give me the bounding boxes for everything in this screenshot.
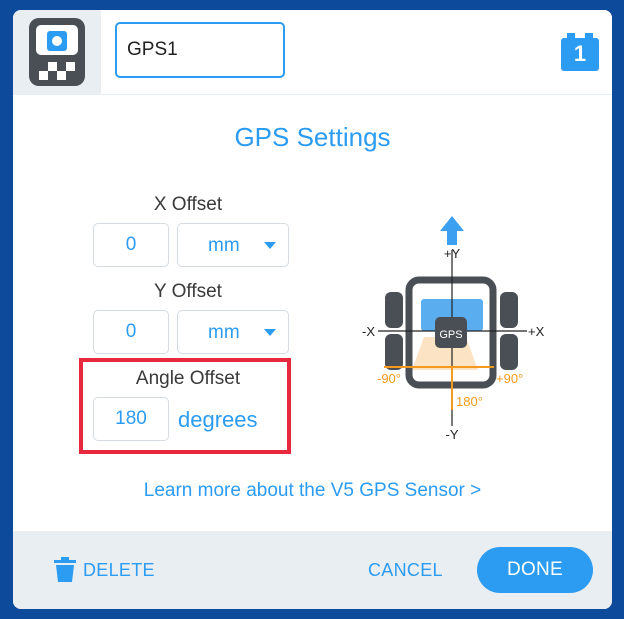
y-offset-label: Y Offset (154, 281, 222, 302)
delete-label: DELETE (83, 560, 155, 580)
angle-offset-input[interactable] (93, 397, 169, 441)
y-offset-input[interactable] (93, 310, 169, 354)
gps-settings-dialog: 1 GPS Settings X Offset mm Y Offset mm A… (13, 10, 612, 609)
dialog-footer: DELETE CANCEL DONE (13, 531, 612, 609)
device-icon-tile (13, 10, 101, 94)
angle-offset-label: Angle Offset (135, 368, 241, 389)
wheel-front-right (500, 292, 518, 328)
cancel-button[interactable]: CANCEL (368, 560, 443, 581)
angle-offset-unit: degrees (178, 407, 258, 432)
angle-label-pos-90: +90° (496, 371, 523, 386)
axis-label-plus-y: +Y (444, 246, 461, 261)
arrow-up-icon (440, 216, 464, 245)
y-offset-unit-select[interactable]: mm (177, 310, 289, 354)
wheel-rear-left (385, 334, 403, 370)
learn-more-link[interactable]: Learn more about the V5 GPS Sensor > (13, 480, 612, 502)
chevron-down-icon (264, 329, 276, 336)
page-title: GPS Settings (234, 122, 391, 152)
x-offset-input[interactable] (93, 223, 169, 267)
wheel-front-left (385, 292, 403, 328)
device-name-input[interactable] (115, 22, 285, 78)
gps-sensor-icon (29, 18, 85, 86)
wheel-rear-right (500, 334, 518, 370)
port-badge: 1 (561, 33, 599, 71)
dialog-header: 1 (13, 10, 612, 95)
trash-icon (54, 557, 76, 582)
gps-orientation-diagram: GPS +Y -Y -X +X -90° +90° 180° (362, 216, 544, 440)
y-offset-unit-value: mm (208, 322, 240, 343)
axis-label-minus-x: -X (362, 324, 375, 339)
x-offset-label: X Offset (153, 194, 223, 215)
angle-label-180: 180° (456, 394, 483, 409)
axis-label-minus-y: -Y (446, 427, 459, 440)
done-button[interactable]: DONE (477, 547, 593, 593)
x-offset-unit-value: mm (208, 235, 240, 256)
axis-label-plus-x: +X (528, 324, 544, 339)
angle-label-neg-90: -90° (377, 371, 401, 386)
sensor-label: GPS (439, 329, 462, 341)
port-number: 1 (573, 41, 587, 66)
chevron-down-icon (264, 242, 276, 249)
x-offset-unit-select[interactable]: mm (177, 223, 289, 267)
